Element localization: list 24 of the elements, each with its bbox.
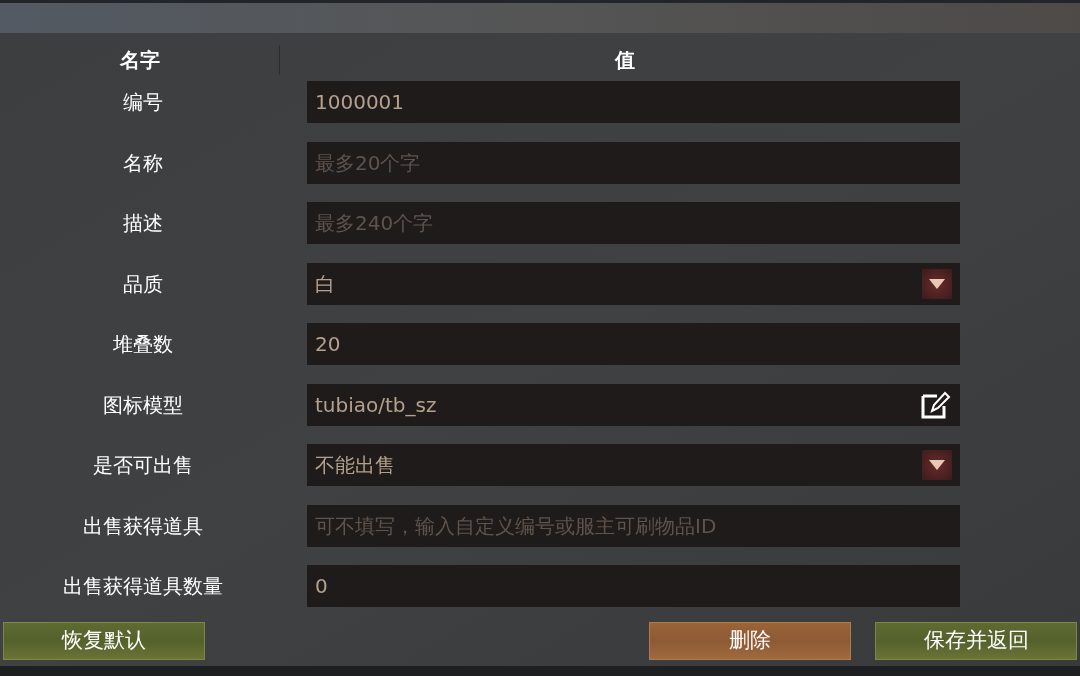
column-header: 值: [614, 47, 636, 74]
input-field[interactable]: 最多20个字: [307, 141, 960, 184]
action-button[interactable]: 保存并返回: [875, 622, 1077, 660]
action-button[interactable]: 删除: [649, 622, 851, 660]
field-label: 描述: [121, 210, 164, 237]
dropdown[interactable]: 白: [307, 262, 960, 305]
input-field[interactable]: tubiao/tb_sz: [307, 383, 960, 426]
field-label: 出售获得道具数量: [61, 573, 224, 600]
dropdown[interactable]: 不能出售: [307, 444, 960, 486]
edit-icon[interactable]: [920, 389, 952, 420]
field-label: 堆叠数: [111, 331, 174, 358]
field-label: 品质: [121, 270, 164, 298]
column-header: 名字: [118, 47, 161, 74]
input-field[interactable]: 0: [307, 565, 960, 607]
field-label: 编号: [121, 89, 164, 116]
field-label: 图标模型: [101, 391, 184, 419]
field-label: 名称: [121, 149, 164, 177]
input-field[interactable]: 最多240个字: [307, 202, 960, 244]
input-field[interactable]: 1000001: [307, 81, 960, 123]
input-field[interactable]: 20: [307, 323, 960, 365]
field-label: 是否可出售: [91, 452, 194, 479]
input-field[interactable]: 可不填写，输入自定义编号或服主可刷物品ID: [307, 504, 960, 547]
field-label: 出售获得道具: [81, 512, 204, 540]
action-button[interactable]: 恢复默认: [3, 622, 205, 660]
